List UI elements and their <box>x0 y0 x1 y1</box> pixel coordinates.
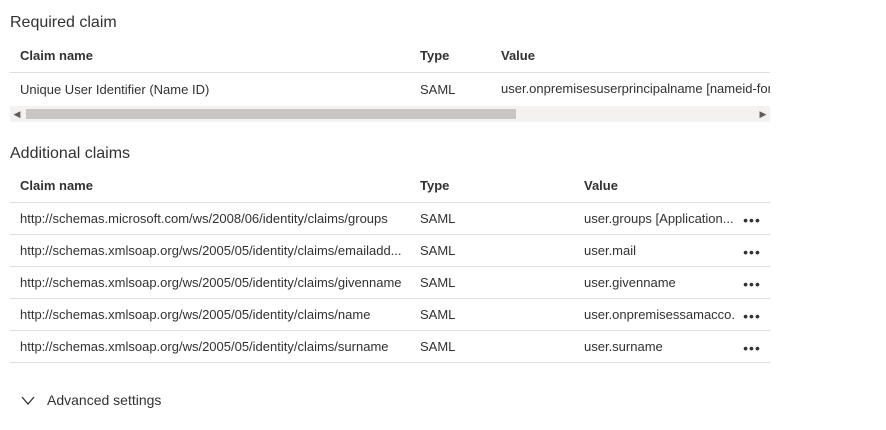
scroll-left-icon[interactable]: ◀ <box>10 106 24 122</box>
advanced-settings-label[interactable]: Advanced settings <box>47 392 161 408</box>
required-claim-value: user.onpremisesuserprincipalname [nameid… <box>501 81 770 96</box>
row-divider <box>10 266 770 267</box>
claim-type-cell: SAML <box>420 211 456 226</box>
scroll-thumb[interactable] <box>26 109 516 119</box>
claim-type-cell: SAML <box>420 339 456 354</box>
claim-value-cell: user.givenname <box>584 275 676 290</box>
row-divider <box>10 330 770 331</box>
claim-type-cell: SAML <box>420 307 456 322</box>
row-divider <box>10 298 770 299</box>
more-horizontal-icon[interactable]: ••• <box>739 341 765 361</box>
chevron-down-icon[interactable] <box>20 394 36 408</box>
more-horizontal-icon[interactable]: ••• <box>739 309 765 329</box>
claim-name-cell: http://schemas.microsoft.com/ws/2008/06/… <box>20 211 388 226</box>
claim-type-cell: SAML <box>420 243 456 258</box>
additional-header-claim-name[interactable]: Claim name <box>20 178 93 193</box>
required-header-value[interactable]: Value <box>501 48 535 63</box>
scroll-right-icon[interactable]: ▶ <box>756 106 770 122</box>
claims-page: Required claim Claim name Type Value Uni… <box>0 0 886 430</box>
horizontal-scrollbar[interactable]: ◀ ▶ <box>10 106 770 122</box>
additional-header-value[interactable]: Value <box>584 178 618 193</box>
required-header-divider <box>10 72 770 73</box>
claim-value-cell: user.groups [Application... <box>584 211 734 226</box>
additional-header-divider <box>10 202 770 203</box>
row-divider <box>10 362 770 363</box>
required-claim-type: SAML <box>420 82 456 97</box>
additional-claims-title: Additional claims <box>10 145 131 162</box>
more-horizontal-icon[interactable]: ••• <box>739 245 765 265</box>
claim-name-cell: http://schemas.xmlsoap.org/ws/2005/05/id… <box>20 339 389 354</box>
claim-type-cell: SAML <box>420 275 456 290</box>
claim-name-cell: http://schemas.xmlsoap.org/ws/2005/05/id… <box>20 243 402 258</box>
more-horizontal-icon[interactable]: ••• <box>739 277 765 297</box>
claim-name-cell: http://schemas.xmlsoap.org/ws/2005/05/id… <box>20 275 402 290</box>
claim-value-cell: user.mail <box>584 243 637 258</box>
claim-name-cell: http://schemas.xmlsoap.org/ws/2005/05/id… <box>20 307 371 322</box>
additional-header-type[interactable]: Type <box>420 178 449 193</box>
claim-value-cell: user.onpremisessamacco... <box>584 307 736 322</box>
claim-value-cell: user.surname <box>584 339 663 354</box>
required-claim-name: Unique User Identifier (Name ID) <box>20 82 210 97</box>
required-header-type[interactable]: Type <box>420 48 449 63</box>
required-claim-title: Required claim <box>10 14 117 31</box>
row-divider <box>10 234 770 235</box>
required-header-claim-name[interactable]: Claim name <box>20 48 93 63</box>
more-horizontal-icon[interactable]: ••• <box>739 213 765 233</box>
